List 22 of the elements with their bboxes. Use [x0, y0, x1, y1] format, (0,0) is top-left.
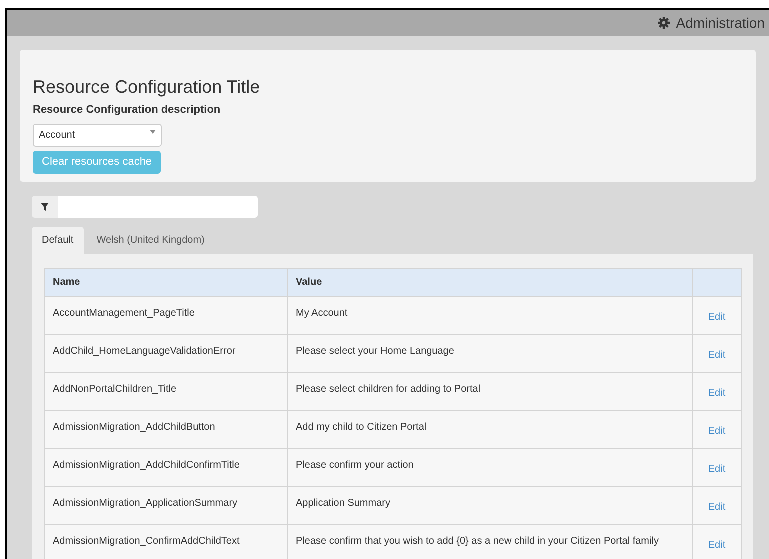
- caret-icon: [150, 130, 156, 134]
- language-tab[interactable]: Default: [32, 227, 84, 254]
- edit-link[interactable]: Edit: [708, 388, 726, 399]
- page-title: Resource Configuration Title: [33, 76, 260, 98]
- edit-link[interactable]: Edit: [708, 350, 726, 361]
- edit-link[interactable]: Edit: [708, 464, 726, 475]
- resource-dropdown[interactable]: Account: [33, 124, 162, 146]
- column-header: Name: [44, 268, 288, 296]
- filter-field[interactable]: [58, 196, 258, 218]
- clear-cache-button[interactable]: Clear resources cache: [33, 150, 162, 174]
- table-cell: AdmissionMigration_ConfirmAddChildText: [44, 524, 288, 559]
- filter-button[interactable]: [32, 196, 58, 218]
- edit-link[interactable]: Edit: [708, 426, 726, 437]
- filter-icon: [41, 203, 49, 211]
- edit-link[interactable]: Edit: [708, 502, 726, 513]
- settings-icon: [658, 17, 670, 29]
- edit-link[interactable]: Edit: [708, 540, 726, 551]
- administration-link[interactable]: Administration: [658, 12, 765, 34]
- language-tab[interactable]: Welsh (United Kingdom): [84, 227, 218, 254]
- edit-link[interactable]: Edit: [708, 312, 726, 323]
- description-label: Resource Configuration description: [33, 103, 221, 118]
- column-header: Value: [288, 268, 692, 296]
